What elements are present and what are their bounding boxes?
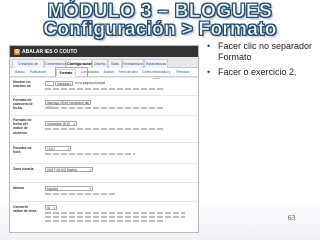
sub-tab-bar: Básico Publicación Formato Comentarios A… <box>10 68 198 80</box>
subtab-correo-movil[interactable]: Correo electrónico y móvil <box>140 69 172 80</box>
subtab-basico[interactable]: Básico <box>14 69 26 75</box>
setting-label: Zona horaria <box>13 167 34 171</box>
setting-row-language: Idioma español ▾ <box>10 182 198 199</box>
setting-row-max-posts: Mostrar un máximo de 7 entradas ▾ en la p… <box>10 77 198 94</box>
subtab-permisos[interactable]: Permisos <box>174 69 192 75</box>
setting-description <box>45 216 185 218</box>
setting-label: Formato de hora <box>13 146 32 155</box>
tab-rentabilizar[interactable]: Rentabilizar <box>122 59 144 68</box>
setting-row-time-format: Formato de hora 12:01 ▾ <box>10 142 198 161</box>
page-number: 63 <box>288 214 295 222</box>
instruction-item: Facer o exercicio 2. <box>206 67 320 78</box>
subtab-feed[interactable]: Feed del sitio <box>118 69 138 75</box>
tab-creacion-entradas[interactable]: Creación de entradas <box>12 59 44 74</box>
setting-label: Mostrar un máximo de <box>13 80 31 89</box>
max-posts-unit-select[interactable]: entradas ▾ <box>55 81 73 86</box>
language-select[interactable]: español ▾ <box>45 186 93 191</box>
main-tab-bar: Creación de entradas Comentarios Configu… <box>10 57 198 74</box>
line-breaks-select[interactable]: Sí ▾ <box>45 205 57 210</box>
setting-label: Convertir saltos de línea <box>13 205 37 214</box>
setting-description <box>45 220 165 222</box>
setting-row-timezone: Zona horaria (GMT+01:00) Madrid ▾ <box>10 163 198 180</box>
setting-row-line-breaks: Convertir saltos de línea Sí ▾ <box>10 201 198 232</box>
setting-description <box>45 107 165 109</box>
tab-estadisticas[interactable]: Estadísticas <box>144 59 168 68</box>
max-posts-input[interactable]: 7 <box>45 81 54 86</box>
blogger-logo-icon: B <box>14 48 20 55</box>
slide-title-line2: Configuración > Formato <box>43 19 277 41</box>
setting-description <box>45 128 165 130</box>
setting-description <box>45 212 185 214</box>
setting-description <box>45 193 115 195</box>
instruction-list: Facer clic no separador Formato Facer o … <box>206 41 320 82</box>
max-posts-suffix: en la página principal <box>75 81 106 85</box>
setting-label: Idioma <box>13 186 24 190</box>
tab-diseno[interactable]: Diseño <box>92 59 108 68</box>
setting-row-archive-date: Formato de fecha del índice de archivos … <box>10 115 198 140</box>
blogger-settings-screenshot: B ABALAR IES O COUTO Creación de entrada… <box>9 45 199 233</box>
timezone-select[interactable]: (GMT+01:00) Madrid ▾ <box>45 167 93 172</box>
setting-row-date-header: Formato de cabecera de fecha domingo 28 … <box>10 95 198 114</box>
subtab-publicacion[interactable]: Publicación <box>28 69 48 75</box>
setting-description <box>45 88 165 90</box>
archive-date-select[interactable]: noviembre 2010 ▾ <box>45 121 77 126</box>
setting-description <box>45 153 135 155</box>
time-format-select[interactable]: 12:01 ▾ <box>45 146 71 151</box>
setting-label: Formato de cabecera de fecha <box>13 98 33 111</box>
blog-name: ABALAR IES O COUTO <box>22 48 78 55</box>
tab-stats[interactable]: Stats <box>108 59 122 68</box>
blogger-header: B ABALAR IES O COUTO <box>10 46 198 57</box>
setting-label: Formato de fecha del índice de archivos <box>13 118 32 135</box>
instruction-item: Facer clic no separador Formato <box>206 41 320 63</box>
date-header-select[interactable]: domingo 28 de noviembre de 2010▾ <box>45 100 91 110</box>
subtab-archivo[interactable]: Archivo <box>102 69 116 75</box>
